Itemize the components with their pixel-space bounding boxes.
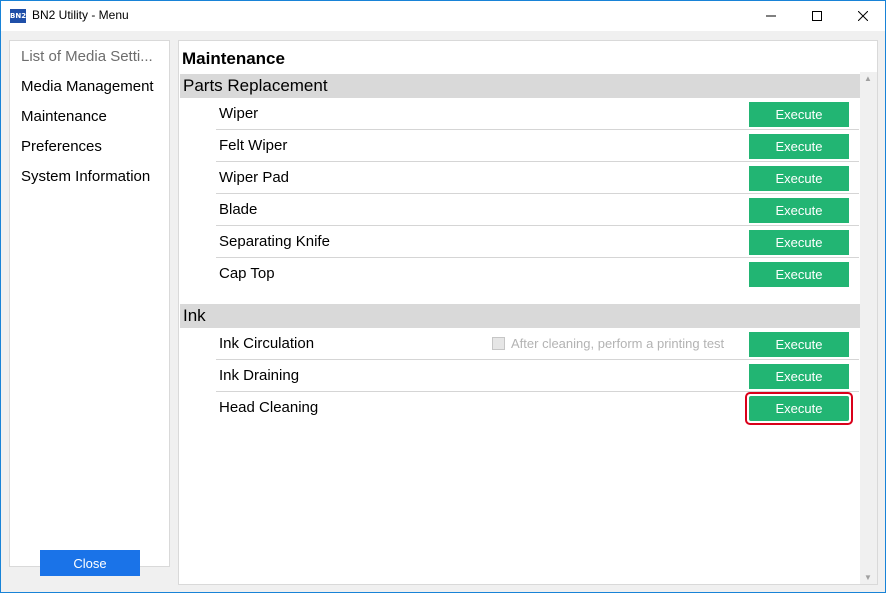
row-cap-top: Cap Top Execute bbox=[216, 258, 859, 290]
maximize-icon bbox=[812, 11, 822, 21]
execute-button-ink-draining[interactable]: Execute bbox=[749, 364, 849, 389]
window-title: BN2 Utility - Menu bbox=[32, 8, 129, 22]
printing-test-checkbox[interactable]: After cleaning, perform a printing test bbox=[492, 336, 724, 351]
execute-button-felt-wiper[interactable]: Execute bbox=[749, 134, 849, 159]
app-icon: BN2 bbox=[10, 9, 26, 23]
minimize-icon bbox=[766, 15, 776, 17]
sidebar-item-media-management[interactable]: Media Management bbox=[21, 78, 167, 95]
checkbox-box[interactable] bbox=[492, 337, 505, 350]
page-title: Maintenance bbox=[182, 49, 285, 68]
row-blade: Blade Execute bbox=[216, 194, 859, 226]
execute-button-blade[interactable]: Execute bbox=[749, 198, 849, 223]
row-label: Wiper bbox=[219, 105, 259, 122]
execute-button-head-cleaning[interactable]: Execute bbox=[745, 392, 853, 425]
row-label: Wiper Pad bbox=[219, 169, 290, 186]
main-panel: Maintenance Parts Replacement Wiper Exec… bbox=[178, 40, 878, 585]
scroll-up-icon[interactable]: ▲ bbox=[864, 74, 872, 83]
row-ink-circulation: Ink Circulation After cleaning, perform … bbox=[216, 328, 859, 360]
app-window: BN2 BN2 Utility - Menu List of Media Set… bbox=[0, 0, 886, 593]
sidebar-menu: List of Media Setti... Media Management … bbox=[9, 40, 170, 567]
section-header-parts-replacement: Parts Replacement bbox=[180, 74, 860, 98]
row-head-cleaning: Head Cleaning Execute bbox=[216, 392, 859, 425]
section-header-ink: Ink bbox=[180, 304, 860, 328]
execute-button-wiper-pad[interactable]: Execute bbox=[749, 166, 849, 191]
minimize-button[interactable] bbox=[748, 1, 794, 31]
row-label: Blade bbox=[219, 201, 258, 218]
vertical-scrollbar[interactable]: ▲ ▼ bbox=[860, 72, 877, 584]
row-wiper: Wiper Execute bbox=[216, 98, 859, 130]
execute-button-cap-top[interactable]: Execute bbox=[749, 262, 849, 287]
sidebar-item-maintenance[interactable]: Maintenance bbox=[21, 108, 167, 125]
execute-button-ink-circulation[interactable]: Execute bbox=[749, 332, 849, 357]
execute-button-separating-knife[interactable]: Execute bbox=[749, 230, 849, 255]
close-button[interactable]: Close bbox=[40, 550, 140, 576]
row-label: Ink Circulation bbox=[219, 335, 315, 352]
sidebar-item-preferences[interactable]: Preferences bbox=[21, 138, 167, 155]
close-icon bbox=[858, 11, 868, 21]
row-felt-wiper: Felt Wiper Execute bbox=[216, 130, 859, 162]
checkbox-label: After cleaning, perform a printing test bbox=[511, 336, 725, 351]
row-separating-knife: Separating Knife Execute bbox=[216, 226, 859, 258]
row-wiper-pad: Wiper Pad Execute bbox=[216, 162, 859, 194]
execute-button-wiper[interactable]: Execute bbox=[749, 102, 849, 127]
sidebar-item-system-information[interactable]: System Information bbox=[21, 168, 167, 185]
row-label: Head Cleaning bbox=[219, 399, 319, 416]
row-ink-draining: Ink Draining Execute bbox=[216, 360, 859, 392]
sidebar-item-media-settings[interactable]: List of Media Setti... bbox=[21, 48, 167, 65]
row-label: Felt Wiper bbox=[219, 137, 288, 154]
title-bar[interactable]: BN2 BN2 Utility - Menu bbox=[1, 1, 885, 31]
scroll-down-icon[interactable]: ▼ bbox=[864, 573, 872, 582]
maximize-button[interactable] bbox=[794, 1, 840, 31]
row-label: Ink Draining bbox=[219, 367, 300, 384]
row-label: Separating Knife bbox=[219, 233, 330, 250]
row-label: Cap Top bbox=[219, 265, 275, 282]
close-window-button[interactable] bbox=[840, 1, 886, 31]
